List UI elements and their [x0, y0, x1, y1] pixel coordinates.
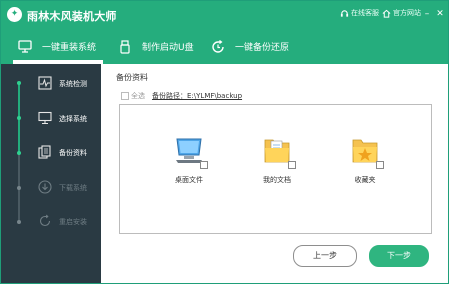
documents-folder-icon	[261, 135, 296, 169]
backup-restore-icon	[211, 39, 225, 54]
backup-path-link[interactable]: 备份路径：E:\YLMF\backup	[152, 91, 242, 101]
favorites-folder-icon	[349, 135, 384, 169]
step-label: 下载系统	[59, 184, 87, 192]
backup-item-favorites[interactable]: 收藏夹	[330, 135, 400, 195]
next-step-button[interactable]: 下一步	[369, 245, 429, 267]
step-label: 选择系统	[59, 115, 87, 123]
tab-make-usb-boot[interactable]: 制作启动U盘	[118, 29, 194, 64]
step-dot	[17, 116, 21, 120]
step-sidebar: 系统检测 选择系统 备份资料 下载系统 重启安装	[1, 64, 101, 283]
desktop-item-checkbox[interactable]	[200, 161, 208, 169]
documents-item-checkbox[interactable]	[288, 161, 296, 169]
heartbeat-chart-icon	[38, 76, 52, 90]
minimize-icon[interactable]: –	[422, 9, 432, 19]
favorites-item-checkbox[interactable]	[376, 161, 384, 169]
monitor-icon	[18, 40, 32, 54]
step-label: 重启安装	[59, 218, 87, 226]
section-title: 备份资料	[116, 73, 148, 82]
backup-items-panel: 桌面文件 我的文档 收藏夹	[119, 104, 432, 234]
backup-item-label: 收藏夹	[354, 176, 376, 184]
main-tabbar: 一键重装系统 制作启动U盘 一键备份还原	[1, 29, 448, 64]
select-all-label[interactable]: 全选	[131, 91, 145, 101]
step-select-system: 选择系统	[1, 100, 101, 134]
previous-step-button[interactable]: 上一步	[293, 245, 357, 267]
select-all-checkbox[interactable]	[121, 92, 129, 100]
step-dot	[17, 151, 21, 155]
step-dot	[17, 81, 21, 85]
copy-files-icon	[38, 145, 52, 159]
step-dot	[17, 220, 21, 224]
app-logo-icon: ✦	[7, 7, 22, 22]
tab-label: 制作启动U盘	[142, 43, 194, 53]
tab-label: 一键重装系统	[42, 43, 97, 53]
step-label: 备份资料	[59, 149, 87, 157]
tab-label: 一键备份还原	[235, 43, 290, 53]
main-content: 备份资料 全选 备份路径：E:\YLMF\backup 桌面文件 我的文档 收藏…	[101, 64, 448, 283]
headset-icon[interactable]	[340, 9, 349, 18]
online-service-link[interactable]: 在线客服	[351, 8, 379, 18]
app-window: ✦ 雨林木风装机大师 在线客服 官方网站 – ✕ 一键重装系统 制作启动U盘 一…	[0, 0, 449, 284]
step-label: 系统检测	[59, 80, 87, 88]
close-icon[interactable]: ✕	[435, 9, 445, 19]
tab-one-click-reinstall[interactable]: 一键重装系统	[18, 29, 96, 64]
backup-item-desktop[interactable]: 桌面文件	[154, 135, 224, 195]
backup-item-documents[interactable]: 我的文档	[242, 135, 312, 195]
backup-item-label: 桌面文件	[175, 176, 203, 184]
desktop-computer-icon	[173, 135, 208, 169]
home-icon[interactable]	[382, 9, 391, 18]
restart-icon	[38, 214, 52, 228]
step-download-system: 下载系统	[1, 168, 101, 202]
step-backup-data: 备份资料	[1, 134, 101, 168]
step-system-check: 系统检测	[1, 66, 101, 100]
title-bar: ✦ 雨林木风装机大师 在线客服 官方网站 – ✕	[1, 1, 448, 29]
step-dot	[17, 186, 21, 190]
backup-item-label: 我的文档	[263, 176, 291, 184]
usb-drive-icon	[118, 39, 132, 54]
app-title: 雨林木风装机大师	[27, 10, 117, 23]
download-icon	[38, 180, 52, 194]
step-restart-install: 重启安装	[1, 202, 101, 236]
official-site-link[interactable]: 官方网站	[393, 8, 421, 18]
tab-backup-restore[interactable]: 一键备份还原	[211, 29, 289, 64]
monitor-icon	[38, 111, 52, 125]
